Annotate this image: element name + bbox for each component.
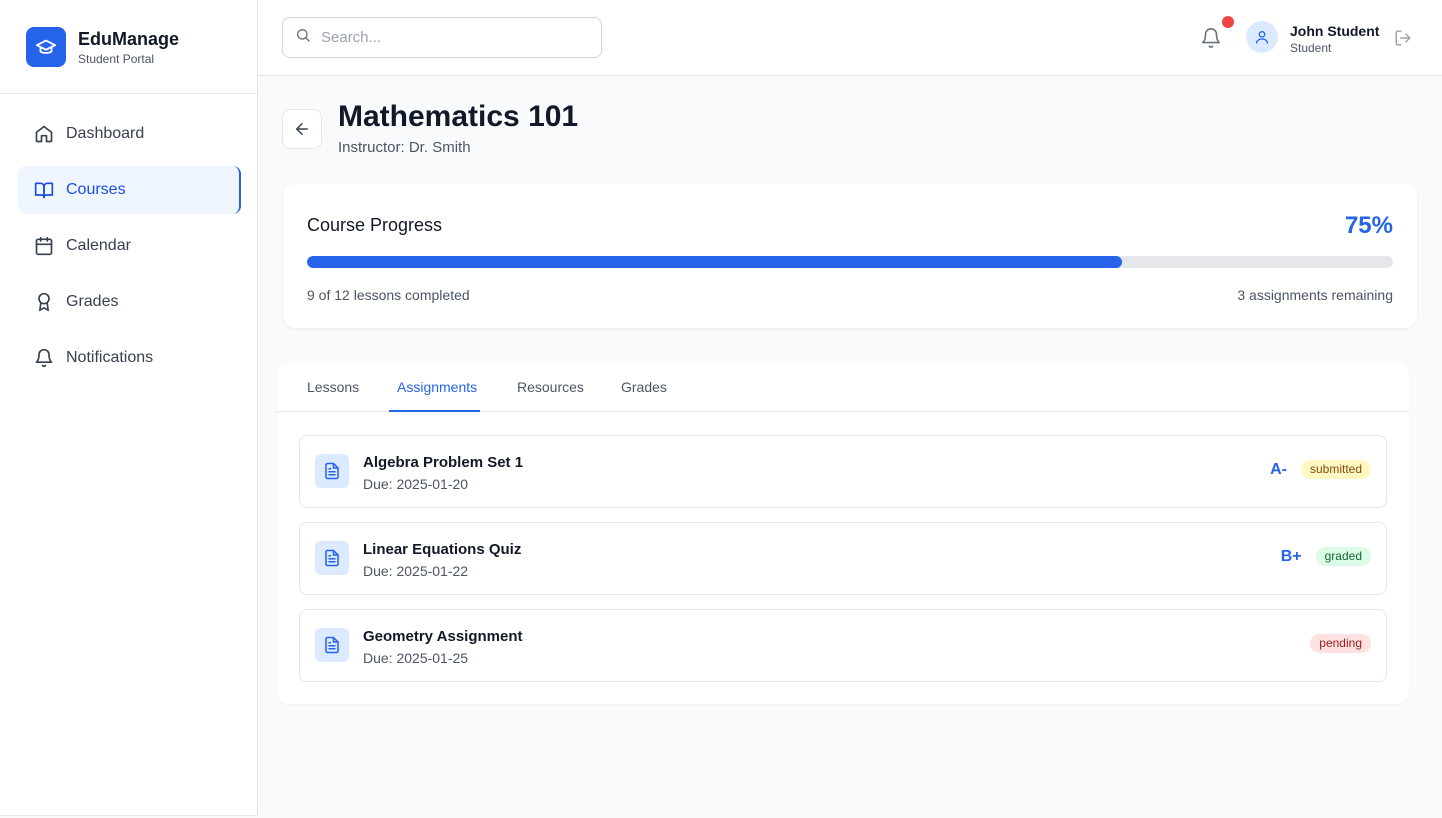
assignment-due: Due: 2025-01-20: [363, 476, 469, 492]
tab-resources[interactable]: Resources: [517, 379, 584, 395]
assignment-item[interactable]: Linear Equations Quiz Due: 2025-01-22 B+…: [299, 522, 1387, 595]
sidebar-item-grades[interactable]: Grades: [18, 278, 239, 326]
graduation-cap-icon: [26, 26, 66, 67]
sidebar-nav: Dashboard Courses Calendar Grades Notifi…: [0, 94, 257, 382]
sidebar-item-label: Dashboard: [66, 125, 145, 142]
assignments-remaining: 3 assignments remaining: [1237, 287, 1393, 303]
sidebar-item-courses[interactable]: Courses: [18, 166, 241, 214]
sidebar-item-label: Notifications: [66, 349, 154, 366]
course-instructor: Instructor: Dr. Smith: [338, 139, 471, 156]
brand: EduManage Student Portal: [0, 0, 257, 94]
assignment-item[interactable]: Geometry Assignment Due: 2025-01-25 pend…: [299, 609, 1387, 682]
brand-subtitle: Student Portal: [78, 51, 155, 66]
arrow-left-icon: [296, 123, 308, 135]
book-open-icon: [34, 180, 54, 200]
document-icon: [315, 628, 349, 662]
sidebar: EduManage Student Portal Dashboard Cours…: [0, 0, 258, 816]
tab-bar: Lessons Assignments Resources Grades: [277, 363, 1409, 412]
user-name: John Student: [1290, 23, 1380, 39]
status-badge: pending: [1310, 634, 1371, 653]
sidebar-item-calendar[interactable]: Calendar: [18, 222, 239, 270]
course-progress-card: Course Progress 75% 9 of 12 lessons comp…: [283, 184, 1417, 328]
search-input[interactable]: [321, 29, 581, 46]
assignment-item[interactable]: Algebra Problem Set 1 Due: 2025-01-20 A-…: [299, 435, 1387, 508]
home-icon: [34, 124, 54, 144]
assignment-title: Algebra Problem Set 1: [363, 454, 524, 471]
tab-grades[interactable]: Grades: [621, 379, 667, 395]
avatar[interactable]: [1246, 21, 1278, 53]
progress-bar-fill: [307, 256, 1122, 268]
sidebar-item-label: Courses: [66, 181, 126, 198]
assignment-due: Due: 2025-01-22: [363, 563, 469, 579]
progress-bar: [307, 256, 1393, 268]
assignment-grade: B+: [1280, 547, 1302, 565]
status-badge: graded: [1315, 547, 1371, 566]
page-title: Mathematics 101: [338, 100, 579, 133]
assignment-due: Due: 2025-01-25: [363, 650, 469, 666]
document-icon: [315, 541, 349, 575]
tab-assignments[interactable]: Assignments: [397, 379, 477, 395]
notification-bell-icon[interactable]: [1200, 27, 1222, 49]
tab-lessons[interactable]: Lessons: [307, 379, 359, 395]
sidebar-item-dashboard[interactable]: Dashboard: [18, 110, 239, 158]
active-tab-indicator: [389, 410, 480, 412]
search-icon: [295, 27, 311, 48]
bell-icon: [34, 348, 54, 368]
assignment-grade: A-: [1270, 460, 1287, 478]
award-icon: [34, 292, 54, 312]
sidebar-item-notifications[interactable]: Notifications: [18, 334, 239, 382]
status-badge: submitted: [1300, 460, 1371, 479]
calendar-icon: [34, 236, 54, 256]
user-role: Student: [1290, 41, 1332, 55]
document-icon: [315, 454, 349, 488]
brand-title: EduManage: [78, 28, 180, 49]
assignment-title: Linear Equations Quiz: [363, 541, 522, 558]
user-info: John Student Student: [1290, 22, 1379, 55]
sidebar-item-label: Calendar: [66, 237, 131, 254]
lessons-completed: 9 of 12 lessons completed: [307, 287, 470, 303]
assignment-title: Geometry Assignment: [363, 628, 523, 645]
sidebar-item-label: Grades: [66, 293, 119, 310]
notification-dot: [1222, 16, 1234, 28]
topbar: John Student Student: [258, 0, 1442, 76]
progress-title: Course Progress: [307, 215, 443, 235]
search-box[interactable]: [282, 17, 602, 58]
user-icon: [1256, 31, 1268, 44]
back-button[interactable]: [282, 109, 322, 149]
logout-icon[interactable]: [1394, 29, 1412, 47]
progress-percent: 75%: [1344, 212, 1393, 239]
course-tabs-card: Lessons Assignments Resources Grades Alg…: [277, 363, 1409, 704]
